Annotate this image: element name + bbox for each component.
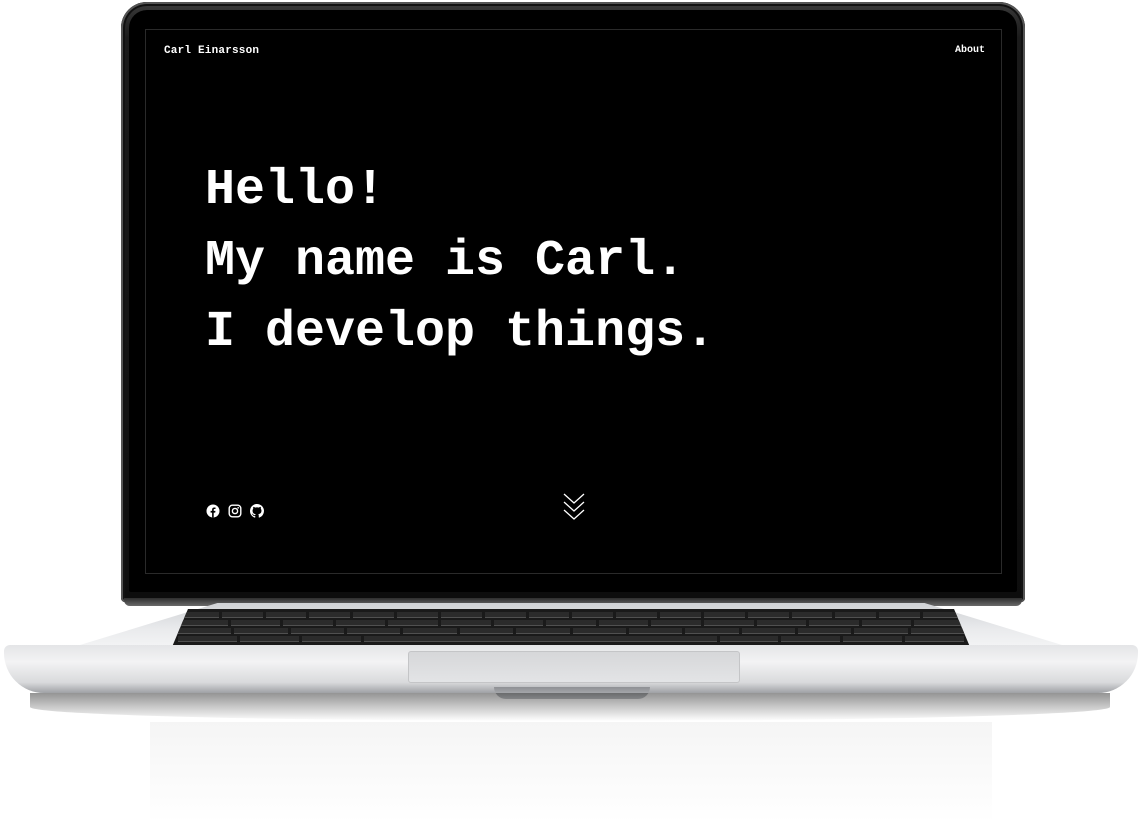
laptop-reflection	[150, 722, 992, 822]
social-links	[206, 504, 264, 518]
nav-about-link[interactable]: About	[955, 45, 985, 56]
laptop-screen: Carl Einarsson About Hello! My name is C…	[146, 30, 1001, 573]
github-icon[interactable]	[250, 504, 264, 518]
site-title[interactable]: Carl Einarsson	[164, 45, 259, 57]
trackpad	[408, 651, 740, 683]
laptop-shadow	[30, 693, 1110, 721]
scroll-down-chevrons-icon[interactable]	[562, 492, 586, 526]
hero-line-greeting: Hello!	[205, 162, 386, 219]
keyboard	[172, 609, 970, 647]
instagram-icon[interactable]	[228, 504, 242, 518]
hero-line-tagline: I develop things.	[205, 304, 716, 361]
laptop-mockup: Carl Einarsson About Hello! My name is C…	[0, 0, 1142, 825]
hero-line-name: My name is Carl.	[205, 233, 686, 290]
facebook-icon[interactable]	[206, 504, 220, 518]
laptop-lid: Carl Einarsson About Hello! My name is C…	[121, 2, 1025, 602]
hero-heading: Hello! My name is Carl. I develop things…	[205, 155, 715, 368]
